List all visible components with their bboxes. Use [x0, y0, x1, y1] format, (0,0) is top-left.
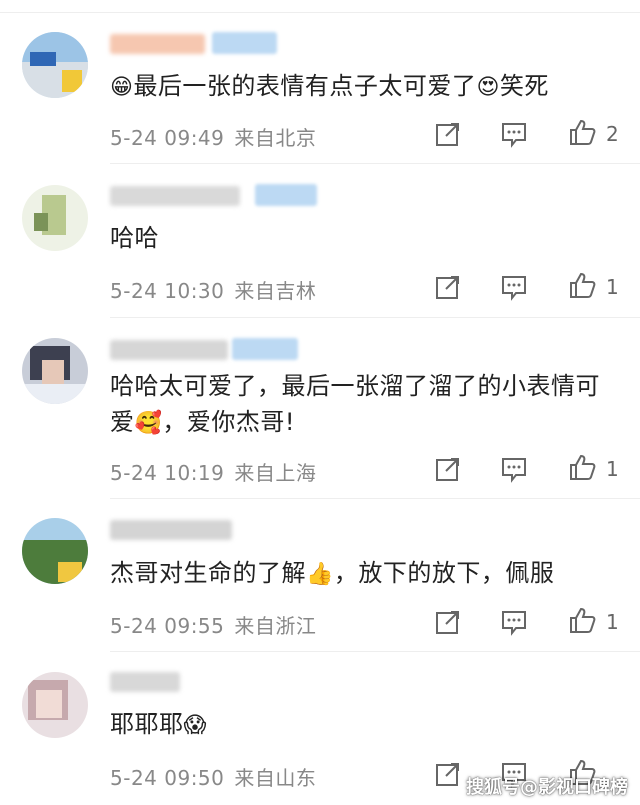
thumbs-up-icon[interactable] [568, 118, 596, 146]
comment-location: 来自浙江 [234, 614, 317, 638]
grin-emoji-icon: 😁 [110, 75, 134, 100]
comment-icon[interactable] [500, 120, 528, 148]
username[interactable] [110, 186, 240, 206]
username[interactable] [110, 34, 205, 54]
comment-divider [110, 317, 640, 318]
comment-divider [110, 651, 640, 652]
username[interactable] [110, 340, 228, 360]
top-divider [0, 0, 640, 13]
share-icon[interactable] [434, 455, 462, 483]
comment-text: 耶耶耶😱 [110, 710, 207, 738]
user-badge [232, 338, 298, 360]
avatar[interactable] [22, 32, 88, 98]
smiling-hearts-emoji-icon: 🥰 [134, 411, 163, 436]
comment-meta: 5-24 09:50 来自山东 [110, 762, 316, 791]
comment-location: 来自山东 [234, 766, 317, 790]
comment-icon[interactable] [500, 455, 528, 483]
avatar[interactable] [22, 338, 88, 404]
thumbs-up-icon[interactable] [568, 271, 596, 299]
like-count: 2 [606, 122, 619, 146]
like-count: 1 [606, 457, 619, 481]
avatar[interactable] [22, 672, 88, 738]
comment-text: 哈哈太可爱了，最后一张溜了溜了的小表情可爱🥰，爱你杰哥! [110, 372, 600, 436]
comment-location: 来自吉林 [234, 279, 317, 303]
comment-divider [110, 498, 640, 499]
comment-divider [110, 163, 640, 164]
thumbs-up-emoji-icon: 👍 [306, 562, 334, 587]
comment-location: 来自上海 [234, 461, 317, 485]
share-icon[interactable] [434, 608, 462, 636]
avatar[interactable] [22, 185, 88, 251]
share-icon[interactable] [434, 760, 462, 788]
user-badge [255, 184, 317, 206]
scream-emoji-icon: 😱 [183, 713, 207, 738]
comment-date: 5-24 09:55 [110, 614, 225, 638]
comment-date: 5-24 10:30 [110, 279, 225, 303]
thumbs-up-icon[interactable] [568, 453, 596, 481]
comment-text: 😁最后一张的表情有点子太可爱了😍笑死 [110, 72, 549, 100]
share-icon[interactable] [434, 273, 462, 301]
comment-icon[interactable] [500, 273, 528, 301]
username[interactable] [110, 520, 232, 540]
like-count: 1 [606, 610, 619, 634]
comment-text: 哈哈 [110, 224, 159, 252]
comment-location: 来自北京 [234, 126, 317, 150]
comment-date: 5-24 09:50 [110, 766, 225, 790]
user-badge [212, 32, 277, 54]
comment-meta: 5-24 10:30 来自吉林 [110, 275, 316, 304]
comment-text: 杰哥对生命的了解👍，放下的放下，佩服 [110, 559, 555, 587]
comment-date: 5-24 09:49 [110, 126, 225, 150]
comment-date: 5-24 10:19 [110, 461, 225, 485]
username[interactable] [110, 672, 180, 692]
heart-eyes-emoji-icon: 😍 [476, 75, 500, 100]
like-count: 1 [606, 275, 619, 299]
comment-meta: 5-24 09:49 来自北京 [110, 122, 316, 151]
share-icon[interactable] [434, 120, 462, 148]
watermark: 搜狐号@影视口碑榜 [466, 777, 628, 798]
thumbs-up-icon[interactable] [568, 606, 596, 634]
comment-meta: 5-24 09:55 来自浙江 [110, 610, 316, 639]
avatar[interactable] [22, 518, 88, 584]
comment-icon[interactable] [500, 608, 528, 636]
comment-meta: 5-24 10:19 来自上海 [110, 457, 316, 486]
